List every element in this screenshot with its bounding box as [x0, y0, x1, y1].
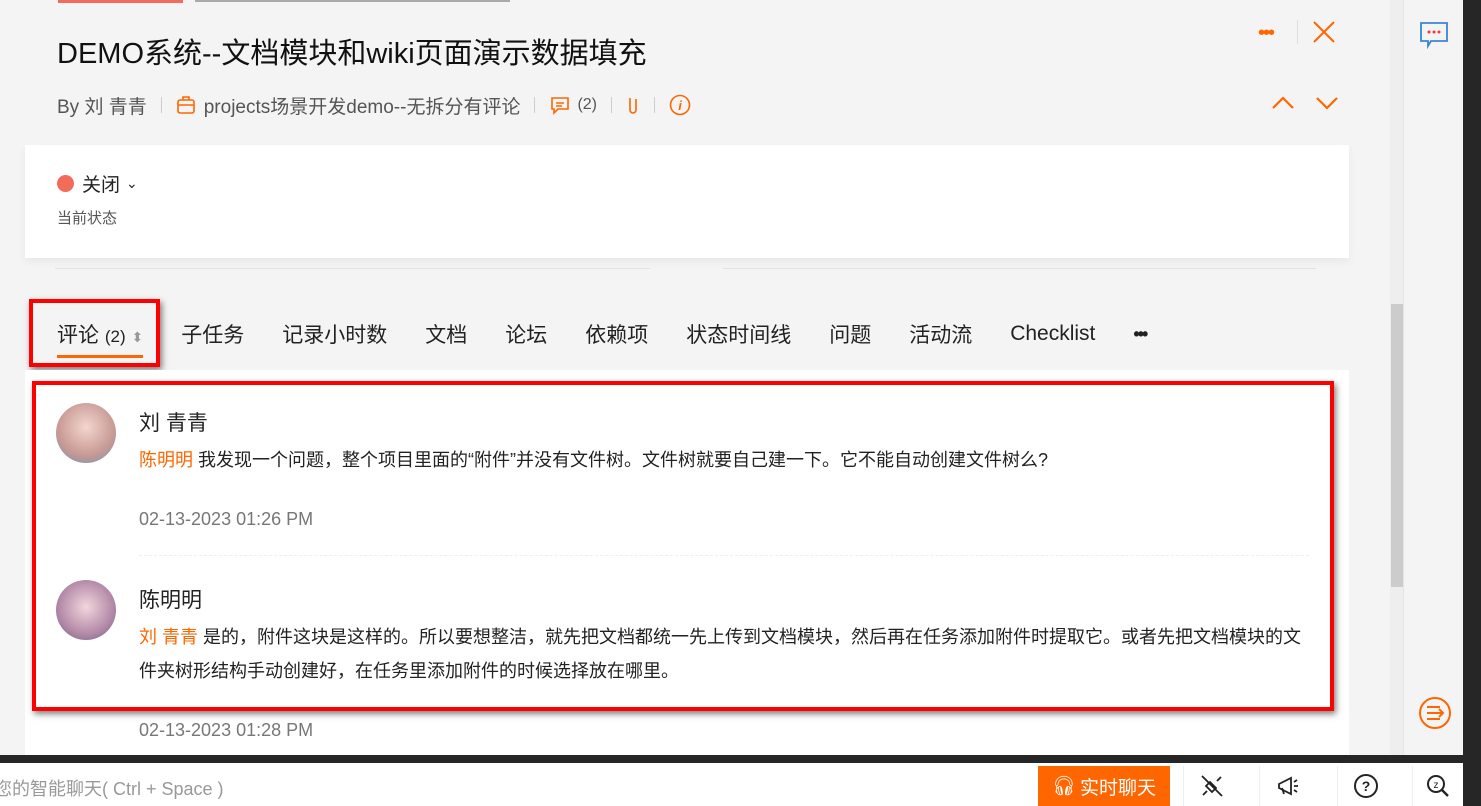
more-icon[interactable]: •••	[1258, 22, 1275, 45]
status-label: 当前状态	[57, 210, 118, 227]
tab-dependencies[interactable]: 依赖项	[585, 319, 648, 349]
tab-subtasks[interactable]: 子任务	[181, 319, 244, 349]
svg-text:i: i	[678, 98, 682, 113]
chat-bubble-icon[interactable]	[1419, 21, 1449, 49]
comment-count: (2)	[577, 96, 598, 113]
status-card	[25, 145, 1349, 258]
help-icon[interactable]: ?	[1337, 766, 1393, 806]
highlight-box	[29, 299, 160, 367]
announcement-icon[interactable]	[1259, 766, 1315, 806]
headset-icon: 🎧︎	[1051, 776, 1077, 797]
chevron-up-icon[interactable]	[1272, 96, 1294, 110]
tab-status-timeline[interactable]: 状态时间线	[686, 319, 791, 349]
smart-chat-input[interactable]: 您的智能聊天( Ctrl + Space )	[0, 775, 224, 801]
divider	[55, 268, 650, 269]
tab-indicator	[58, 0, 183, 3]
tab-issues[interactable]: 问题	[829, 319, 871, 349]
live-chat-button[interactable]: 🎧︎ 实时聊天	[1038, 766, 1170, 806]
status-value: 关闭	[82, 175, 121, 196]
right-rail	[1403, 0, 1463, 755]
tab-forum[interactable]: 论坛	[505, 319, 547, 349]
page-title: DEMO系统--文档模块和wiki页面演示数据填充	[57, 38, 647, 70]
search-icon[interactable]: z	[1412, 766, 1463, 806]
tab-bar: 评论 (2) ⬍ 子任务 记录小时数 文档 论坛 依赖项 状态时间线 问题 活动…	[25, 298, 1349, 370]
briefcase-icon	[176, 96, 195, 114]
status-dot	[57, 175, 74, 192]
author: By 刘 青青	[57, 96, 147, 118]
attachment-icon[interactable]	[626, 94, 640, 116]
tab-more[interactable]: •••	[1133, 324, 1148, 345]
meta-row: By 刘 青青 projects场景开发demo--无拆分有评论 (2) i	[57, 92, 691, 118]
tab-documents[interactable]: 文档	[425, 319, 467, 349]
divider	[723, 268, 1316, 269]
status-dropdown[interactable]: 关闭 ⌄	[57, 170, 138, 197]
plugin-off-icon[interactable]	[1183, 766, 1239, 806]
comment-icon[interactable]	[549, 95, 571, 115]
menu-arrow-icon[interactable]	[1418, 696, 1452, 730]
scrollbar-thumb[interactable]	[1391, 304, 1403, 587]
project-link[interactable]: projects场景开发demo--无拆分有评论	[204, 92, 521, 119]
close-icon[interactable]	[1313, 21, 1335, 43]
chevron-down-icon[interactable]	[1316, 96, 1338, 110]
comment-time: 02-13-2023 01:28 PM	[139, 720, 314, 740]
tab-indicator	[195, 0, 510, 2]
highlight-box	[32, 381, 1334, 711]
window-edge	[1463, 0, 1481, 806]
tab-log-hours[interactable]: 记录小时数	[282, 319, 387, 349]
tab-checklist[interactable]: Checklist	[1010, 322, 1095, 346]
svg-text:z: z	[1434, 780, 1439, 791]
info-icon[interactable]: i	[669, 94, 691, 116]
svg-text:?: ?	[1361, 778, 1370, 794]
tab-activity-stream[interactable]: 活动流	[909, 319, 972, 349]
chevron-down-icon: ⌄	[126, 175, 138, 191]
